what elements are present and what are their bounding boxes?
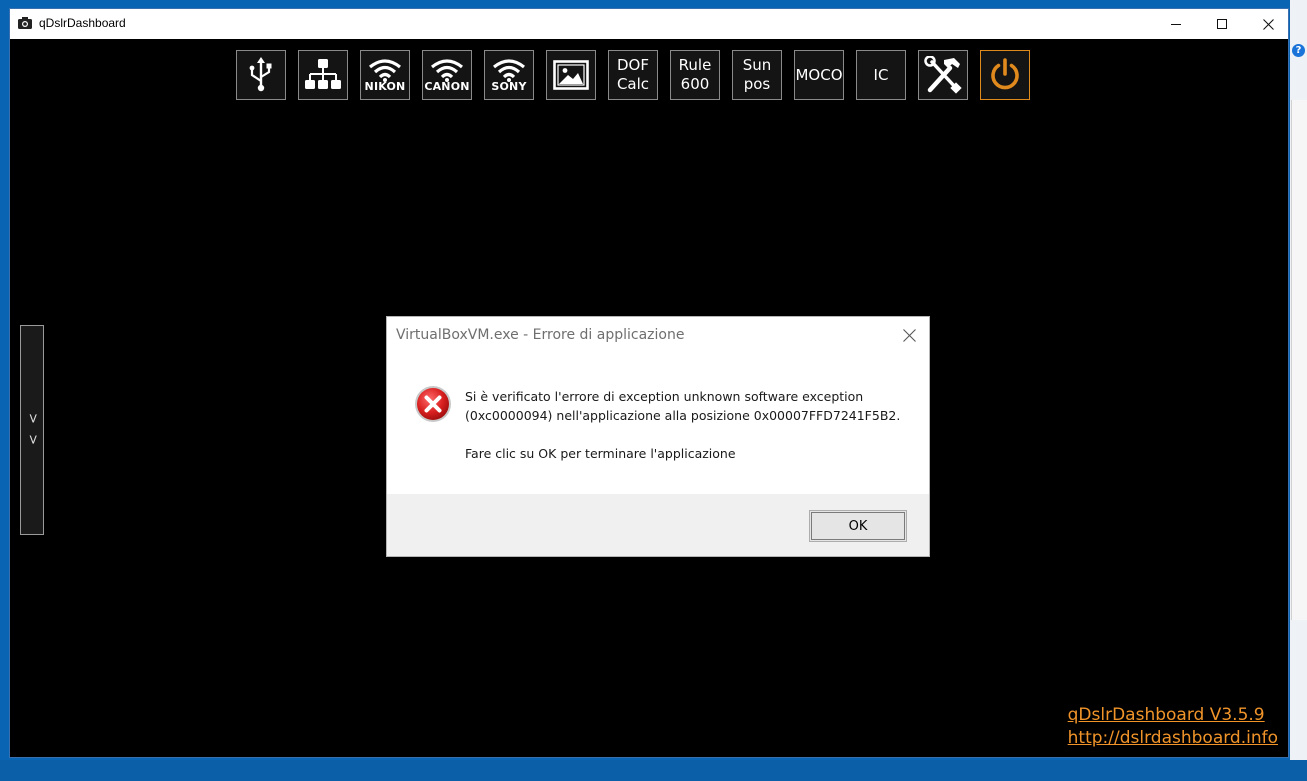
dialog-message-line2: (0xc0000094) nell'applicazione alla posi…	[465, 408, 901, 423]
sun-pos-line2: pos	[743, 75, 771, 93]
desktop-scrollbar[interactable]	[1291, 100, 1307, 620]
close-button[interactable]	[1245, 9, 1291, 39]
close-icon	[1262, 18, 1274, 30]
power-button[interactable]	[980, 50, 1030, 100]
minimize-icon	[1170, 23, 1181, 25]
sun-pos-button[interactable]: Sun pos	[732, 50, 782, 100]
rule-600-button[interactable]: Rule 600	[670, 50, 720, 100]
network-button[interactable]	[298, 50, 348, 100]
version-link[interactable]: qDslrDashboard V3.5.9	[1068, 704, 1278, 727]
dialog-close-button[interactable]	[894, 321, 924, 349]
tools-button[interactable]	[918, 50, 968, 100]
tools-icon	[924, 56, 962, 94]
close-icon	[902, 328, 916, 342]
image-icon	[553, 60, 589, 90]
side-panel-toggle[interactable]: > >	[20, 325, 44, 535]
dialog-footer: OK	[387, 494, 929, 556]
nikon-button[interactable]: NIKON	[360, 50, 410, 100]
window-title: qDslrDashboard	[39, 16, 126, 30]
maximize-icon	[1216, 18, 1227, 29]
dof-calc-line2: Calc	[616, 75, 650, 93]
error-icon	[415, 386, 451, 422]
dialog-message-line3: Fare clic su OK per terminare l'applicaz…	[465, 446, 736, 461]
footer-links: qDslrDashboard V3.5.9 http://dslrdashboa…	[1068, 704, 1278, 750]
wifi-icon	[369, 58, 401, 82]
usb-button[interactable]	[236, 50, 286, 100]
sony-label: SONY	[491, 79, 527, 93]
dialog-message: Si è verificato l'errore di exception un…	[465, 387, 905, 463]
sun-pos-line1: Sun	[742, 56, 772, 74]
minimize-button[interactable]	[1153, 9, 1199, 39]
network-icon	[305, 59, 341, 89]
ic-button[interactable]: IC	[856, 50, 906, 100]
rule-600-line1: Rule	[678, 56, 712, 74]
title-bar: qDslrDashboard	[10, 9, 1288, 39]
dialog-title: VirtualBoxVM.exe - Errore di applicazion…	[396, 327, 685, 343]
gallery-button[interactable]	[546, 50, 596, 100]
canon-button[interactable]: CANON	[422, 50, 472, 100]
moco-button[interactable]: MOCO	[794, 50, 844, 100]
nikon-label: NIKON	[364, 79, 406, 93]
camera-icon	[18, 17, 32, 29]
dialog-message-line1: Si è verificato l'errore di exception un…	[465, 389, 864, 404]
rule-600-line2: 600	[680, 75, 710, 93]
ic-label: IC	[873, 65, 889, 84]
usb-icon	[249, 57, 272, 92]
moco-label: MOCO	[795, 65, 843, 84]
ok-button[interactable]: OK	[809, 510, 907, 542]
sony-button[interactable]: SONY	[484, 50, 534, 100]
help-icon[interactable]: ?	[1292, 44, 1305, 57]
wifi-icon	[493, 58, 525, 82]
error-dialog: VirtualBoxVM.exe - Errore di applicazion…	[386, 316, 930, 557]
wifi-icon	[431, 58, 463, 82]
maximize-button[interactable]	[1199, 9, 1245, 39]
dof-calc-line1: DOF	[617, 56, 649, 74]
power-icon	[991, 58, 1019, 90]
desktop-taskbar-area	[0, 760, 1307, 781]
side-panel-toggle-label: > >	[24, 412, 40, 448]
canon-label: CANON	[424, 79, 470, 93]
website-link[interactable]: http://dslrdashboard.info	[1068, 727, 1278, 750]
dof-calc-button[interactable]: DOF Calc	[608, 50, 658, 100]
